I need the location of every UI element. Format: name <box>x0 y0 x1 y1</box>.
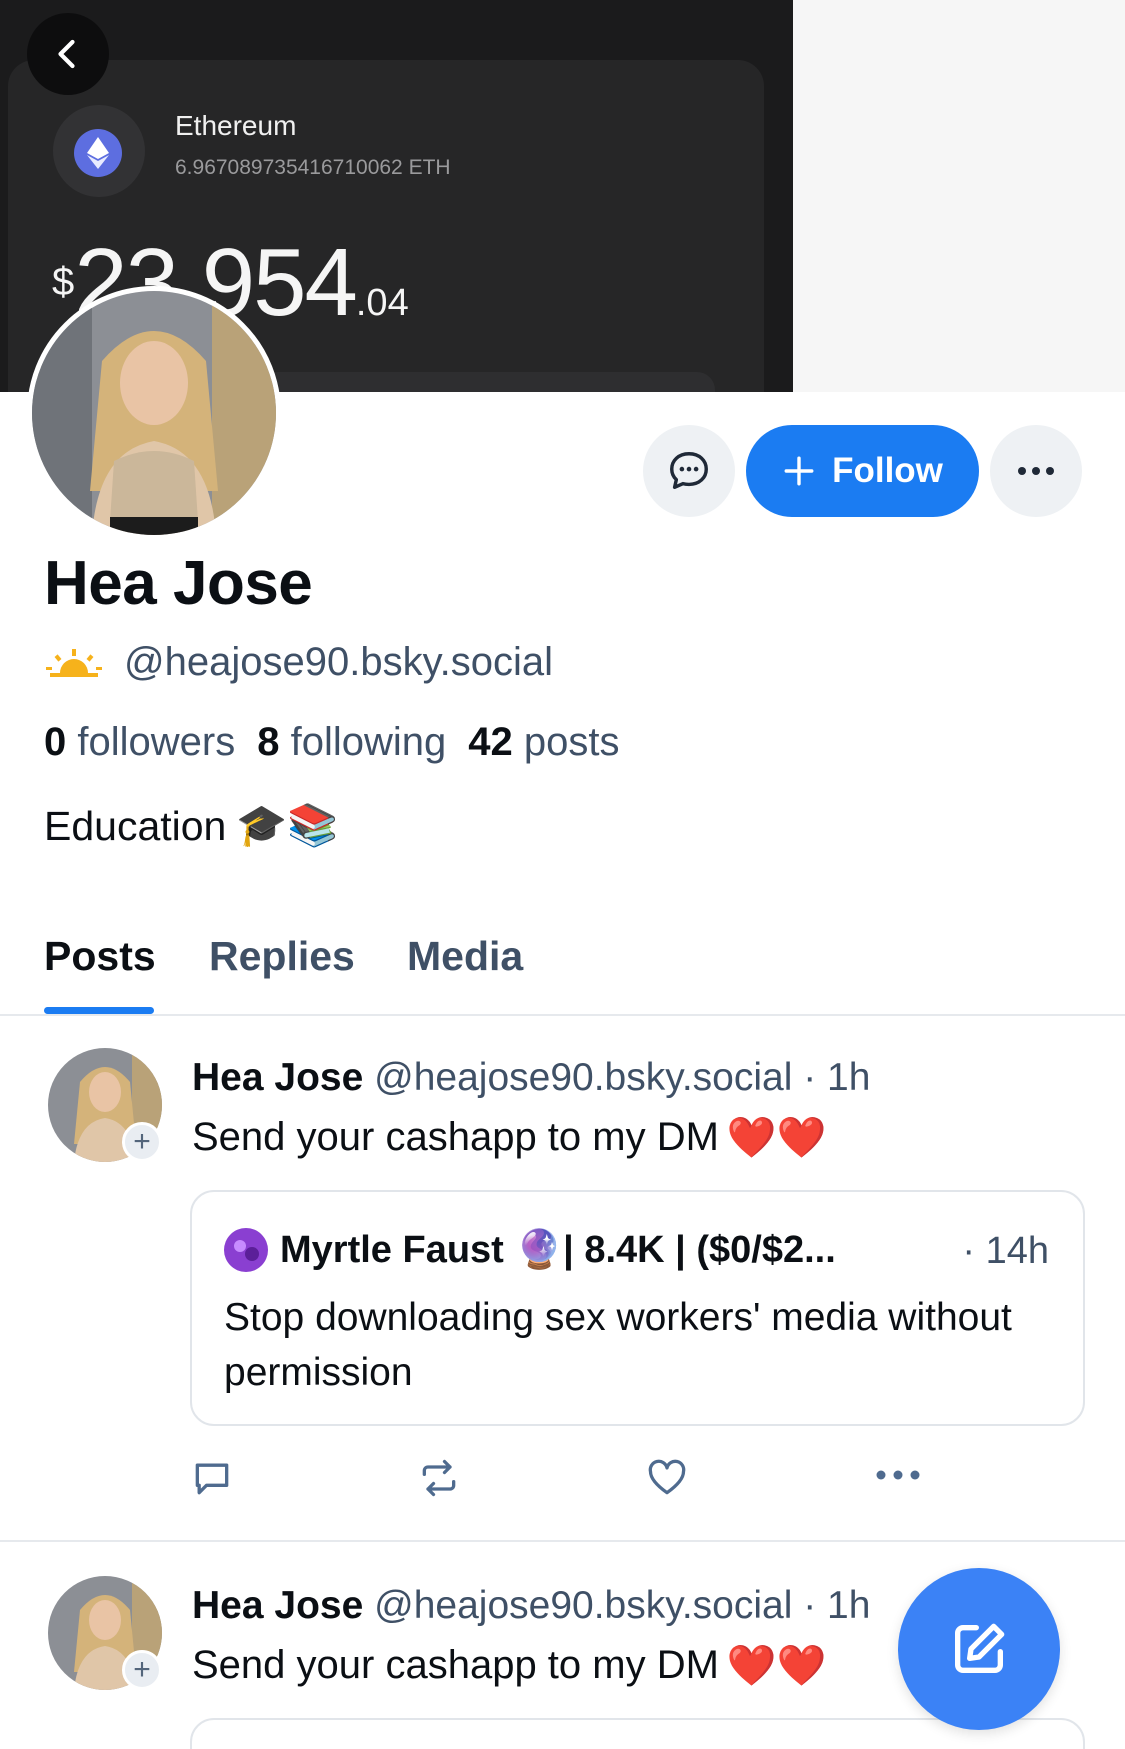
tab-replies[interactable]: Replies <box>209 933 355 980</box>
quoted-author-name: Myrtle Faust <box>280 1228 504 1271</box>
heart-emojis: ❤️❤️ <box>726 1644 827 1688</box>
comment-icon <box>195 1463 229 1495</box>
profile-bio: Education 🎓📚 <box>44 802 339 849</box>
back-button[interactable] <box>27 13 109 95</box>
following-stat[interactable]: 8 following <box>257 720 446 765</box>
display-name: Hea Jose <box>44 549 313 618</box>
heart-emojis: ❤️❤️ <box>726 1116 827 1160</box>
follow-label: Follow <box>832 451 943 490</box>
quoted-author-avatar <box>224 1228 268 1272</box>
post-time: · 1h <box>803 1584 871 1627</box>
sunrise-icon <box>46 648 102 677</box>
message-button[interactable] <box>643 425 735 517</box>
post-author-handle[interactable]: @heajose90.bsky.social <box>374 1056 792 1099</box>
tab-posts[interactable]: Posts <box>44 933 156 980</box>
reply-button[interactable] <box>190 1456 234 1505</box>
repost-button[interactable] <box>417 1456 461 1505</box>
post-header: Hea Jose @heajose90.bsky.social · 1h <box>192 1584 870 1628</box>
like-button[interactable] <box>645 1456 689 1505</box>
profile-stats: 0 followers 8 following 42 posts <box>44 720 619 765</box>
follow-author-badge[interactable]: + <box>122 1122 162 1162</box>
handle-row: @heajose90.bsky.social <box>44 640 553 685</box>
active-tab-indicator <box>44 1007 154 1014</box>
profile-handle: @heajose90.bsky.social <box>124 640 553 684</box>
quoted-post-time: · 14h <box>962 1230 1049 1272</box>
asset-amount: 6.967089735416710062 ETH <box>175 156 451 179</box>
plus-icon <box>784 456 814 486</box>
post-actions <box>0 1456 1125 1502</box>
heart-icon <box>648 1459 686 1495</box>
ellipsis-icon <box>876 1470 920 1480</box>
quoted-post-text: Stop downloading sex workers' media with… <box>224 1296 1012 1394</box>
post-divider <box>0 1540 1125 1542</box>
quoted-post[interactable]: Myrtle Faust 🔮| 8.4K | ($0/$2... · 14h S… <box>190 1190 1085 1426</box>
compose-button[interactable] <box>898 1568 1060 1730</box>
post-author-name[interactable]: Hea Jose <box>192 1056 363 1099</box>
ellipsis-icon <box>1018 467 1054 475</box>
follow-button[interactable]: Follow <box>746 425 979 517</box>
profile-tabs: Posts Replies Media <box>0 925 1125 1016</box>
post-text: Send your cashapp to my DM ❤️❤️ <box>192 1643 827 1688</box>
compose-icon <box>955 1623 1005 1673</box>
post-more-button[interactable] <box>874 1468 922 1487</box>
post-text: Send your cashapp to my DM ❤️❤️ <box>192 1115 827 1160</box>
ethereum-icon <box>74 129 122 177</box>
post-author-handle[interactable]: @heajose90.bsky.social <box>374 1584 792 1627</box>
follow-author-badge[interactable]: + <box>122 1650 162 1690</box>
asset-name: Ethereum <box>175 110 297 141</box>
post-header: Hea Jose @heajose90.bsky.social · 1h <box>192 1056 870 1100</box>
bio-emojis: 🎓📚 <box>236 802 339 848</box>
posts-stat: 42 posts <box>468 720 620 764</box>
tab-media[interactable]: Media <box>407 933 523 980</box>
chevron-left-icon <box>58 39 75 69</box>
profile-avatar[interactable] <box>27 286 281 540</box>
chat-bubble-icon <box>670 452 708 490</box>
followers-stat[interactable]: 0 followers <box>44 720 235 765</box>
repost-icon <box>422 1459 456 1497</box>
quoted-author-suffix: 🔮| 8.4K | ($0/$2... <box>515 1229 836 1271</box>
more-options-button[interactable] <box>990 425 1082 517</box>
post-time: · 1h <box>803 1056 871 1099</box>
post-author-name[interactable]: Hea Jose <box>192 1584 363 1627</box>
